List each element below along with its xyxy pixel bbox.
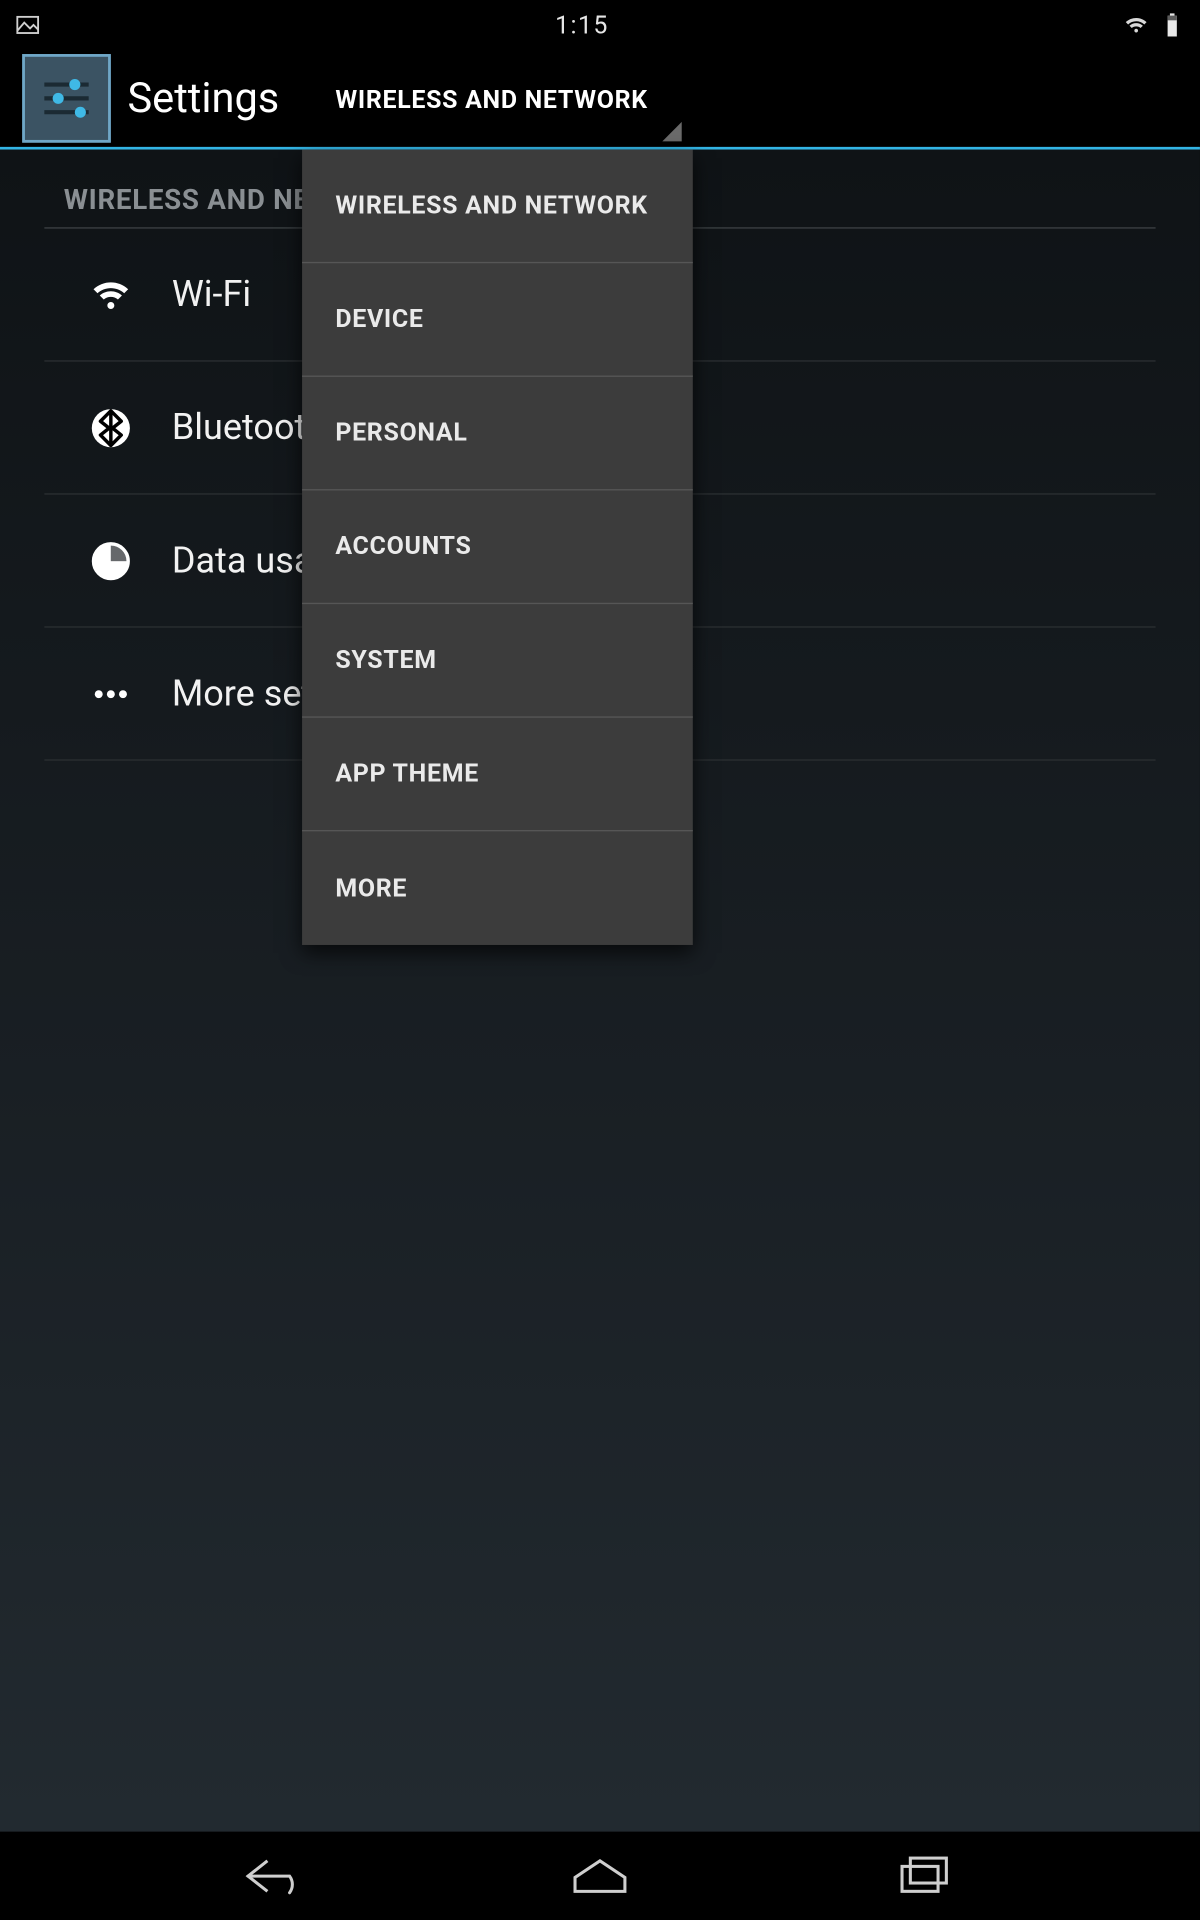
more-icon [83, 673, 138, 715]
statusbar-clock: 1:15 [42, 10, 1123, 39]
dropdown-item-accounts[interactable]: ACCOUNTS [302, 491, 693, 605]
dropdown-label: PERSONAL [335, 418, 467, 447]
spinner-indicator-icon [662, 122, 681, 141]
dropdown-label: DEVICE [335, 305, 423, 334]
statusbar-left [14, 11, 42, 39]
dropdown-label: ACCOUNTS [335, 532, 471, 561]
nav-home-button[interactable] [551, 1848, 648, 1903]
dropdown-label: APP THEME [335, 759, 479, 788]
dropdown-label: WIRELESS AND NETWORK [335, 191, 648, 220]
back-icon [242, 1853, 309, 1900]
dropdown-item-more[interactable]: MORE [302, 831, 693, 945]
settings-app-icon [22, 54, 111, 143]
dropdown-item-apptheme[interactable]: APP THEME [302, 718, 693, 832]
battery-status-icon [1158, 11, 1186, 39]
dropdown-item-personal[interactable]: PERSONAL [302, 377, 693, 491]
row-label: Wi-Fi [172, 274, 251, 316]
actionbar-title: Settings [127, 74, 279, 122]
home-icon [567, 1853, 634, 1900]
recent-apps-icon [891, 1853, 958, 1900]
image-notification-icon [14, 11, 42, 39]
dropdown-label: SYSTEM [335, 646, 436, 675]
section-spinner[interactable]: WIRELESS AND NETWORK [302, 50, 690, 150]
action-bar: Settings WIRELESS AND NETWORK [0, 50, 1200, 150]
data-usage-icon [83, 540, 138, 582]
wifi-status-icon [1122, 11, 1150, 39]
spinner-selected-label: WIRELESS AND NETWORK [335, 85, 648, 114]
nav-recent-button[interactable] [876, 1848, 973, 1903]
navigation-bar [0, 1832, 1200, 1920]
bluetooth-icon [83, 407, 138, 449]
dropdown-item-system[interactable]: SYSTEM [302, 604, 693, 718]
wifi-icon [83, 274, 138, 316]
section-dropdown: WIRELESS AND NETWORK DEVICE PERSONAL ACC… [302, 150, 693, 945]
dropdown-item-wireless[interactable]: WIRELESS AND NETWORK [302, 150, 693, 264]
dropdown-item-device[interactable]: DEVICE [302, 263, 693, 377]
device-frame: 1:15 Settings WIRELESS AND NETWORK [0, 0, 1200, 1920]
statusbar-right [1122, 11, 1186, 39]
dropdown-label: MORE [335, 874, 407, 903]
nav-back-button[interactable] [227, 1848, 324, 1903]
status-bar: 1:15 [0, 0, 1200, 50]
